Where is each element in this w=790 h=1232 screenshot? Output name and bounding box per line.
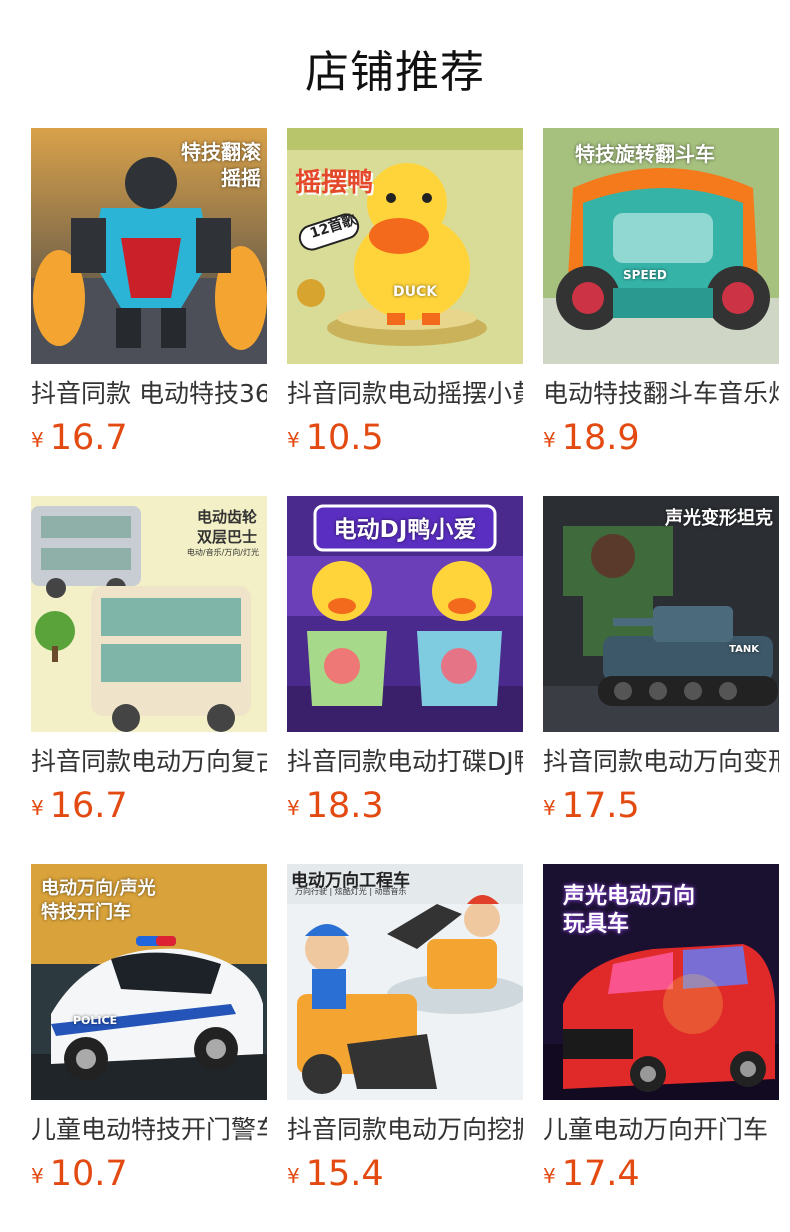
- product-image[interactable]: 特技翻滚 摇摇: [31, 128, 267, 364]
- price-value: 15.4: [305, 1154, 384, 1194]
- price-value: 16.7: [49, 418, 128, 458]
- product-image[interactable]: 电动万向/声光 特技开门车 POLICE: [31, 864, 267, 1100]
- product-card[interactable]: 电动万向/声光 特技开门车 POLICE 儿童电动特技开门警车 ¥10.7: [31, 864, 267, 1200]
- price-value: 17.4: [561, 1154, 640, 1194]
- product-card[interactable]: 特技旋转翻斗车 SPEED 电动特技翻斗车音乐灯光 ¥18.9: [543, 128, 779, 464]
- currency-symbol: ¥: [543, 428, 556, 452]
- image-text: 玩具车: [563, 912, 630, 937]
- currency-symbol: ¥: [287, 428, 300, 452]
- image-text: SPEED: [623, 268, 667, 282]
- product-name[interactable]: 儿童电动特技开门警车: [31, 1114, 267, 1146]
- product-name[interactable]: 抖音同款电动打碟DJ鸭: [287, 746, 523, 778]
- image-text: 声光变形坦克: [665, 508, 773, 529]
- product-card[interactable]: 声光电动万向 玩具车 儿童电动万向开门车 ¥17.4: [543, 864, 779, 1200]
- product-card[interactable]: 特技翻滚 摇摇 抖音同款 电动特技360 ¥16.7: [31, 128, 267, 464]
- product-price: ¥17.5: [543, 786, 779, 832]
- image-text: 特技开门车: [41, 902, 131, 923]
- product-name[interactable]: 抖音同款电动万向变形坦克: [543, 746, 779, 778]
- product-price: ¥15.4: [287, 1154, 523, 1200]
- image-text: TANK: [729, 644, 759, 655]
- product-name[interactable]: 电动特技翻斗车音乐灯光: [543, 378, 779, 410]
- product-image[interactable]: 电动齿轮 双层巴士 电动/音乐/万向/灯光: [31, 496, 267, 732]
- price-value: 18.9: [561, 418, 640, 458]
- image-text: 摇摇: [221, 166, 261, 190]
- price-value: 16.7: [49, 786, 128, 826]
- page-title: 店铺推荐: [305, 47, 485, 98]
- product-image[interactable]: 电动DJ鸭小爱: [287, 496, 523, 732]
- price-value: 17.5: [561, 786, 640, 826]
- currency-symbol: ¥: [287, 1164, 300, 1188]
- currency-symbol: ¥: [31, 1164, 44, 1188]
- currency-symbol: ¥: [543, 796, 556, 820]
- product-price: ¥16.7: [31, 786, 267, 832]
- price-value: 10.7: [49, 1154, 128, 1194]
- currency-symbol: ¥: [543, 1164, 556, 1188]
- product-image[interactable]: 摇摆鸭 12首歌 DUCK: [287, 128, 523, 364]
- currency-symbol: ¥: [287, 796, 300, 820]
- product-name[interactable]: 儿童电动万向开门车: [543, 1114, 779, 1146]
- image-text: POLICE: [73, 1014, 118, 1027]
- image-text: 电动DJ鸭小爱: [333, 517, 477, 543]
- product-name[interactable]: 抖音同款电动万向挖掘机: [287, 1114, 523, 1146]
- image-text: DUCK: [393, 284, 438, 300]
- product-image[interactable]: 电动万向工程车 万向行驶 | 炫酷灯光 | 动感音乐: [287, 864, 523, 1100]
- product-price: ¥17.4: [543, 1154, 779, 1200]
- image-text: 电动万向/声光: [41, 878, 156, 899]
- tank-toy-icon: [543, 496, 779, 732]
- image-text: 万向行驶 | 炫酷灯光 | 动感音乐: [295, 887, 407, 896]
- product-price: ¥18.9: [543, 418, 779, 464]
- product-card[interactable]: 电动齿轮 双层巴士 电动/音乐/万向/灯光 抖音同款电动万向复古双层巴士 ¥16…: [31, 496, 267, 832]
- product-name[interactable]: 抖音同款 电动特技360: [31, 378, 267, 410]
- store-recommendations-page: 店铺推荐 特技翻滚 摇摇 抖音同款 电动特技360 ¥ 16.7 摇摆鸭 12首…: [0, 0, 790, 1232]
- product-price: ¥10.7: [31, 1154, 267, 1200]
- product-price: ¥16.7: [31, 418, 267, 464]
- price-value: 10.5: [305, 418, 384, 458]
- excavator-toy-icon: [287, 864, 523, 1100]
- product-card[interactable]: 电动万向工程车 万向行驶 | 炫酷灯光 | 动感音乐 抖音同款电动万向挖掘机 ¥…: [287, 864, 523, 1200]
- currency-symbol: ¥: [31, 796, 44, 820]
- product-price: ¥10.5: [287, 418, 523, 464]
- image-text: 摇摆鸭: [295, 168, 374, 198]
- image-text: 特技旋转翻斗车: [575, 142, 715, 166]
- product-name[interactable]: 抖音同款电动万向复古双层巴士: [31, 746, 267, 778]
- product-card[interactable]: 摇摆鸭 12首歌 DUCK 抖音同款电动摇摆小黄鸭 ¥10.5: [287, 128, 523, 464]
- image-text: 电动齿轮: [196, 508, 257, 526]
- image-text: 特技翻滚: [181, 140, 261, 164]
- image-text: 双层巴士: [196, 528, 257, 546]
- currency-symbol: ¥: [31, 428, 44, 452]
- product-image[interactable]: 声光变形坦克 TANK: [543, 496, 779, 732]
- product-card[interactable]: 声光变形坦克 TANK 抖音同款电动万向变形坦克 ¥17.5: [543, 496, 779, 832]
- image-text: 电动/音乐/万向/灯光: [186, 548, 259, 557]
- product-price: ¥18.3: [287, 786, 523, 832]
- price-value: 18.3: [305, 786, 384, 826]
- product-image[interactable]: 声光电动万向 玩具车: [543, 864, 779, 1100]
- product-name[interactable]: 抖音同款电动摇摆小黄鸭: [287, 378, 523, 410]
- product-image[interactable]: 特技旋转翻斗车 SPEED: [543, 128, 779, 364]
- product-card[interactable]: 电动DJ鸭小爱 抖音同款电动打碟DJ鸭 ¥18.3: [287, 496, 523, 832]
